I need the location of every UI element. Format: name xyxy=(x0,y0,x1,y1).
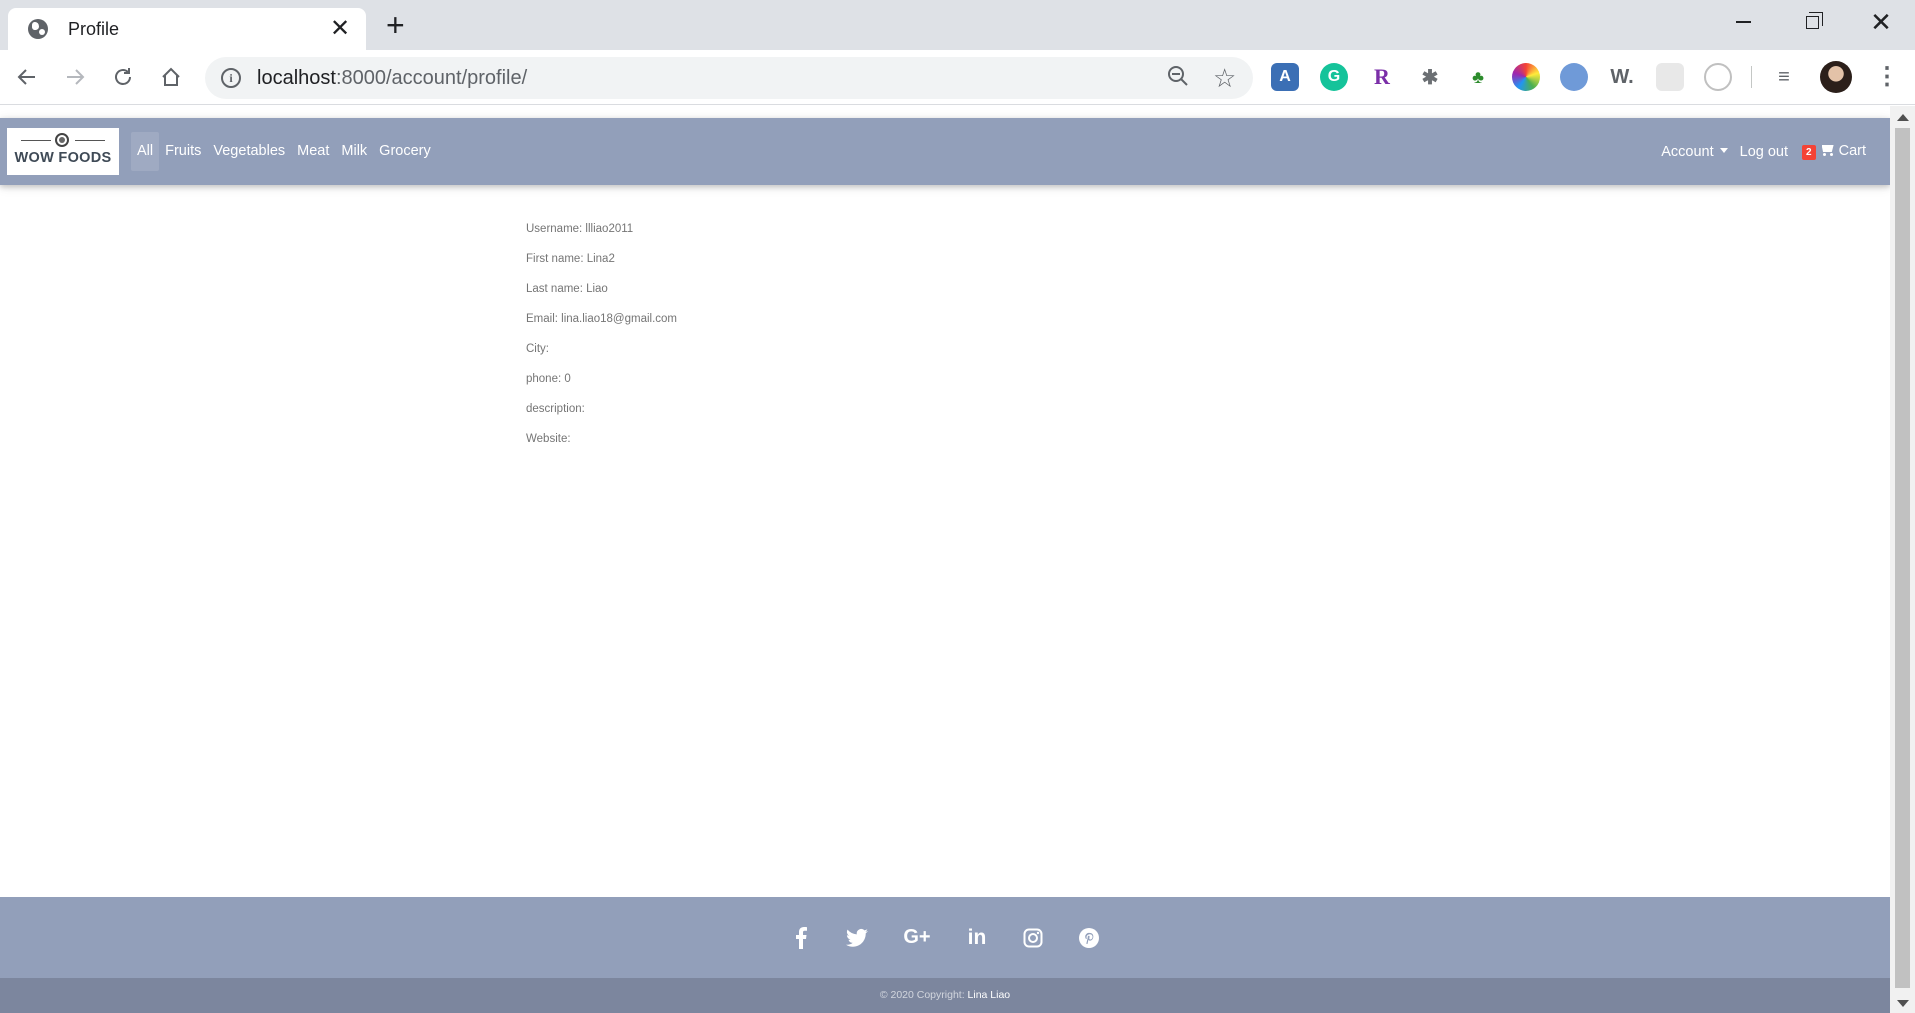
user-nav: Account Log out 2 Cart xyxy=(1655,132,1872,172)
extension-colorpicker-icon[interactable] xyxy=(1512,63,1540,91)
social-links: G+ in xyxy=(0,897,1890,978)
reload-icon xyxy=(115,68,131,85)
google-plus-icon[interactable]: G+ xyxy=(902,926,932,949)
twitter-icon[interactable] xyxy=(846,927,868,949)
profile-phone: phone: 0 xyxy=(526,373,571,385)
profile-first-name: First name: Lina2 xyxy=(526,253,615,265)
nav-item-all[interactable]: All xyxy=(131,132,160,171)
nav-item-meat[interactable]: Meat xyxy=(291,132,335,171)
extension-blue-drop-icon[interactable] xyxy=(1560,63,1588,91)
cart-count-badge: 2 xyxy=(1802,145,1816,160)
browser-tabstrip: Profile ✕ + ✕ xyxy=(0,0,1915,50)
restore-icon xyxy=(1805,11,1823,29)
site-navbar: WOW FOODS All Fruits Vegetables Meat Mil… xyxy=(0,118,1890,185)
extension-grammarly-icon[interactable]: G xyxy=(1320,63,1348,91)
scroll-thumb[interactable] xyxy=(1895,128,1910,988)
minimize-button[interactable] xyxy=(1714,6,1772,38)
logo-icon xyxy=(55,133,69,147)
nav-item-vegetables[interactable]: Vegetables xyxy=(207,132,291,171)
url-path: :8000/account/profile/ xyxy=(335,67,528,89)
tab-title: Profile xyxy=(68,18,120,39)
nav-item-grocery[interactable]: Grocery xyxy=(373,132,437,171)
instagram-icon[interactable] xyxy=(1022,927,1044,949)
cart-icon xyxy=(1820,144,1834,156)
address-bar[interactable]: i localhost:8000/account/profile/ ☆ xyxy=(205,57,1253,99)
linkedin-icon[interactable]: in xyxy=(966,926,988,949)
profile-last-name: Last name: Liao xyxy=(526,283,608,295)
author-link[interactable]: Lina Liao xyxy=(968,989,1011,1001)
account-label: Account xyxy=(1661,143,1714,160)
browser-toolbar: i localhost:8000/account/profile/ ☆ A G … xyxy=(0,50,1915,105)
browser-profile-avatar[interactable] xyxy=(1820,61,1852,93)
cart-label: Cart xyxy=(1838,143,1866,159)
url-text[interactable]: localhost:8000/account/profile/ xyxy=(257,67,527,90)
nav-item-milk[interactable]: Milk xyxy=(335,132,373,171)
media-queue-icon[interactable]: ≡ xyxy=(1770,63,1798,91)
tab-close-button[interactable]: ✕ xyxy=(328,17,352,41)
browser-tab[interactable]: Profile ✕ xyxy=(8,8,366,50)
forward-arrow-icon xyxy=(67,69,85,85)
toolbar-divider xyxy=(1751,66,1752,88)
pinterest-icon[interactable] xyxy=(1078,927,1100,949)
zoom-icon[interactable] xyxy=(1167,65,1189,93)
back-arrow-icon xyxy=(17,69,35,85)
profile-website: Website: xyxy=(526,433,571,445)
browser-menu-icon[interactable]: ⋮ xyxy=(1875,62,1899,91)
brand-name: WOW FOODS xyxy=(14,150,112,166)
home-button[interactable] xyxy=(156,62,186,92)
minimize-icon xyxy=(1735,21,1751,23)
extension-bug-icon[interactable]: ✱ xyxy=(1416,63,1444,91)
profile-username: Username: llliao2011 xyxy=(526,223,634,235)
extension-html-tree-icon[interactable]: ♣ xyxy=(1464,63,1492,91)
page-viewport: WOW FOODS All Fruits Vegetables Meat Mil… xyxy=(0,106,1890,1013)
profile-email: Email: lina.liao18@gmail.com xyxy=(526,313,678,325)
profile-description: description: xyxy=(526,403,585,415)
close-window-button[interactable]: ✕ xyxy=(1852,6,1910,38)
page-scrollbar[interactable] xyxy=(1890,106,1915,1013)
copyright-text: © 2020 Copyright: xyxy=(879,989,968,1001)
extension-r-icon[interactable]: R xyxy=(1368,63,1396,91)
extension-grid-icon[interactable] xyxy=(1656,63,1684,91)
home-icon xyxy=(162,67,180,86)
copyright-bar: © 2020 Copyright: Lina Liao xyxy=(0,978,1890,1013)
logout-link[interactable]: Log out xyxy=(1734,133,1794,172)
new-tab-button[interactable]: + xyxy=(386,8,405,42)
extension-translate-icon[interactable]: A xyxy=(1271,63,1299,91)
reload-button[interactable] xyxy=(108,62,138,92)
facebook-icon[interactable] xyxy=(790,926,812,949)
scroll-down-icon[interactable] xyxy=(1897,1000,1909,1007)
back-button[interactable] xyxy=(12,62,42,92)
globe-icon xyxy=(28,19,48,39)
brand-logo[interactable]: WOW FOODS xyxy=(7,128,119,175)
extension-w-icon[interactable]: W. xyxy=(1608,63,1636,91)
nav-item-fruits[interactable]: Fruits xyxy=(159,132,207,171)
extension-circle-icon[interactable] xyxy=(1704,63,1732,91)
account-dropdown[interactable]: Account xyxy=(1655,133,1733,172)
caret-down-icon xyxy=(1719,147,1728,153)
bookmark-star-icon[interactable]: ☆ xyxy=(1213,63,1236,94)
cart-link[interactable]: 2 Cart xyxy=(1794,132,1872,172)
profile-details: Username: llliao2011 First name: Lina2 L… xyxy=(526,222,677,462)
forward-button[interactable] xyxy=(60,62,90,92)
site-info-icon[interactable]: i xyxy=(221,68,241,88)
url-host: localhost xyxy=(257,67,336,89)
restore-button[interactable] xyxy=(1783,6,1841,38)
profile-city: City: xyxy=(526,343,549,355)
category-nav: All Fruits Vegetables Meat Milk Grocery xyxy=(131,132,437,171)
scroll-up-icon[interactable] xyxy=(1897,114,1909,121)
